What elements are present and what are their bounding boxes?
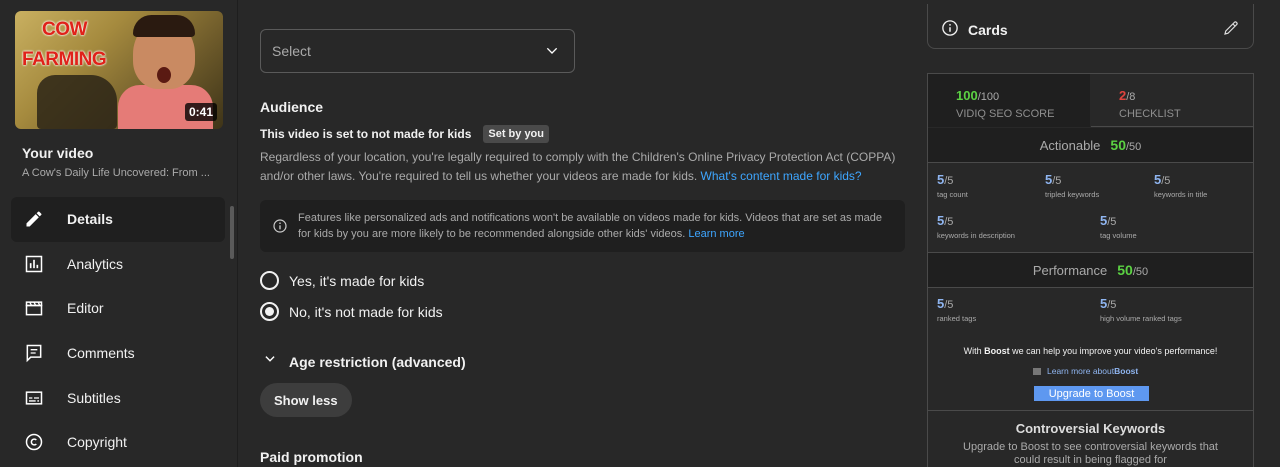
metric-ranked-tags: 5/5 ranked tags [937,296,977,323]
edit-pencil-icon[interactable] [1222,19,1240,42]
metric-tag-count: 5/5 tag count [937,172,968,199]
chevron-down-icon [263,352,277,371]
checklist-label: CHECKLIST [1119,108,1181,120]
performance-score: 50/50 [1117,262,1149,278]
right-column: Cards 100/100 VIDIQ SEO SCORE 2/8 CHECKL… [920,0,1280,467]
content-made-for-kids-link[interactable]: What's content made for kids? [701,169,862,183]
metric-keywords-in-description: 5/5 keywords in description [937,213,1015,240]
metric-tag-volume: 5/5 tag volume [1100,213,1137,240]
category-select[interactable]: Select [260,29,575,73]
sidebar-nav: Details Analytics Editor Comments Subtit… [11,197,225,465]
info-text-block: Features like personalized ads and notif… [298,210,888,242]
thumbnail-person-hair [133,15,195,37]
performance-label: Performance [1032,262,1108,278]
controversial-keywords-heading: Controversial Keywords [1015,421,1166,436]
sidebar-item-label: Analytics [67,255,124,272]
divider [928,410,1253,411]
divider [928,162,1253,163]
thumbnail-text-line1: COW [42,19,87,40]
checklist-score: 2/8 [1119,88,1136,103]
subtitles-icon [24,388,44,408]
metric-tripled-keywords: 5/5 tripled keywords [1045,172,1100,199]
analytics-icon [24,254,44,274]
pencil-icon [24,209,44,229]
sidebar-item-label: Comments [67,345,135,362]
copyright-icon [24,432,44,452]
info-icon [272,218,288,239]
thumbnail-cow-shape [37,75,117,129]
radio-made-for-kids-yes[interactable]: Yes, it's made for kids [260,271,424,290]
sidebar-item-subtitles[interactable]: Subtitles [11,375,225,420]
radio-label: Yes, it's made for kids [289,272,425,289]
vidiq-tabs: 100/100 VIDIQ SEO SCORE 2/8 CHECKLIST [928,74,1253,127]
divider [928,287,1253,288]
sidebar-scrollbar[interactable] [230,206,234,259]
metric-high-volume-ranked-tags: 5/5 high volume ranked tags [1100,296,1182,323]
audience-heading: Audience [260,99,324,115]
actionable-header: Actionable 50/50 [928,128,1253,162]
video-duration: 0:41 [184,103,217,121]
info-text: Features like personalized ads and notif… [298,212,883,240]
age-restriction-label: Age restriction (advanced) [289,353,466,370]
radio-circle-selected [260,302,279,321]
clapperboard-icon [24,298,44,318]
sidebar-item-copyright[interactable]: Copyright [11,420,225,465]
chevron-down-icon [544,43,560,62]
info-icon [941,19,959,42]
sidebar-item-analytics[interactable]: Analytics [11,242,225,287]
tab-seo-score[interactable]: 100/100 VIDIQ SEO SCORE [928,74,1090,127]
cards-label: Cards [968,22,1008,38]
video-thumbnail[interactable]: COW FARMING 0:41 [15,11,223,129]
radio-label: No, it's not made for kids [289,303,443,320]
kids-features-info-box: Features like personalized ads and notif… [260,200,905,252]
cards-panel[interactable]: Cards [927,4,1254,49]
sidebar-item-label: Subtitles [67,389,121,406]
actionable-label: Actionable [1039,137,1101,153]
actionable-score: 50/50 [1110,137,1142,153]
video-title: A Cow's Daily Life Uncovered: From ... [22,167,210,179]
coppa-notice: Regardless of your location, you're lega… [260,148,900,185]
sidebar-item-label: Details [67,211,113,228]
vidiq-panel: 100/100 VIDIQ SEO SCORE 2/8 CHECKLIST Ac… [927,73,1254,467]
radio-circle [260,271,279,290]
learn-more-link[interactable]: Learn more [688,228,744,240]
made-for-kids-status: This video is set to not made for kids [260,127,472,141]
boost-icon [1033,367,1041,375]
boost-promo-text: With Boost we can help you improve your … [963,346,1218,356]
show-less-button[interactable]: Show less [260,383,352,417]
age-restriction-toggle[interactable]: Age restriction (advanced) [263,352,466,371]
thumbnail-person-mouth [157,67,171,83]
paid-promotion-heading: Paid promotion [260,449,363,465]
seo-score-label: VIDIQ SEO SCORE [956,108,1055,120]
learn-more-boost-link[interactable]: Learn more about Boost [1033,366,1138,376]
set-by-badge: Set by you [483,125,549,143]
sidebar-item-editor[interactable]: Editor [11,286,225,331]
sidebar-item-label: Editor [67,300,104,317]
upgrade-to-boost-button[interactable]: Upgrade to Boost [1034,386,1149,401]
seo-score: 100/100 [956,88,1000,103]
thumbnail-text-line2: FARMING [22,49,107,70]
metric-keywords-in-title: 5/5 keywords in title [1154,172,1208,199]
your-video-label: Your video [22,145,94,161]
sidebar-item-comments[interactable]: Comments [11,331,225,376]
tab-checklist[interactable]: 2/8 CHECKLIST [1091,74,1253,127]
sidebar-item-label: Copyright [67,434,127,451]
comment-icon [24,343,44,363]
sidebar: COW FARMING 0:41 Your video A Cow's Dail… [0,0,238,467]
details-form: Select Audience This video is set to not… [238,0,920,467]
sidebar-item-details[interactable]: Details [11,197,225,242]
select-placeholder: Select [272,43,311,59]
radio-made-for-kids-no[interactable]: No, it's not made for kids [260,302,443,321]
controversial-keywords-text: Upgrade to Boost to see controversial ke… [963,441,1218,466]
performance-header: Performance 50/50 [928,253,1253,287]
made-for-kids-status-row: This video is set to not made for kids S… [260,125,549,143]
